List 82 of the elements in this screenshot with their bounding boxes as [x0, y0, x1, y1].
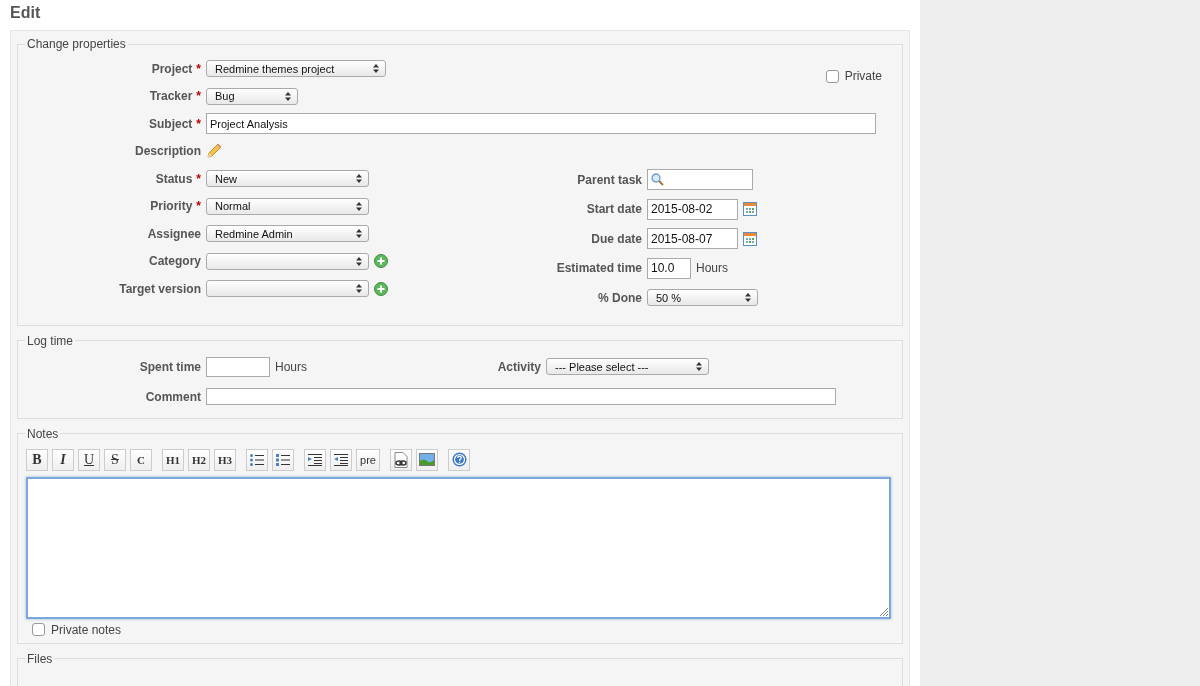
toolbar-button[interactable]: U: [78, 448, 100, 471]
required-mark: *: [196, 199, 201, 214]
unit-label: Hours: [275, 359, 307, 374]
field-label: Comment: [145, 389, 201, 404]
date-field[interactable]: 2015-08-02: [647, 198, 738, 220]
calendar-icon[interactable]: [743, 231, 757, 246]
notes-textarea[interactable]: [26, 476, 891, 619]
select-dropdown[interactable]: [206, 280, 369, 298]
comment-field[interactable]: [206, 388, 836, 405]
toolbar-button[interactable]: H1: [162, 448, 184, 471]
fieldset-legend: Log time: [25, 333, 76, 348]
calendar-icon[interactable]: [743, 202, 757, 217]
select-arrows-icon: [356, 201, 362, 211]
checkbox-label: Private: [844, 69, 882, 83]
select-arrows-icon: [285, 91, 291, 101]
text-field[interactable]: Project Analysis: [206, 113, 876, 135]
select-arrows-icon: [356, 174, 362, 184]
private-notes-checkbox[interactable]: [32, 623, 45, 636]
resize-grip-icon[interactable]: [879, 606, 888, 616]
unit-label: Hours: [696, 261, 728, 276]
numbered-list-icon[interactable]: [276, 453, 290, 466]
date-field[interactable]: 2015-08-07: [647, 228, 738, 250]
fieldset-legend: Change properties: [25, 37, 128, 51]
help-icon[interactable]: [451, 452, 467, 467]
toolbar-button[interactable]: B: [26, 448, 48, 471]
toolbar-button[interactable]: H3: [214, 448, 236, 471]
required-mark: *: [196, 116, 201, 131]
indent-icon[interactable]: [308, 453, 322, 466]
field-label: Spent time: [139, 359, 201, 374]
add-icon[interactable]: [374, 281, 388, 296]
image-icon[interactable]: [419, 453, 435, 466]
add-icon[interactable]: [374, 254, 388, 269]
toolbar-button[interactable]: C: [130, 448, 152, 471]
hours-field[interactable]: 10.0: [647, 257, 691, 279]
page-heading: Edit: [10, 3, 42, 23]
select-arrows-icon: [356, 256, 362, 266]
field-label: % Done: [598, 290, 642, 305]
select-arrows-icon: [696, 362, 702, 371]
search-icon: [651, 173, 664, 187]
select-dropdown[interactable]: [206, 252, 369, 270]
toolbar-button[interactable]: H2: [188, 448, 210, 471]
select-arrows-icon: [356, 229, 362, 239]
required-mark: *: [196, 171, 201, 186]
select-dropdown[interactable]: Normal: [206, 197, 369, 215]
select-dropdown[interactable]: Bug: [206, 87, 298, 105]
field-label: Parent task: [577, 172, 642, 187]
field-label: Target version: [119, 281, 201, 296]
field-label: Project: [151, 61, 193, 76]
field-label: Due date: [591, 231, 642, 246]
select-dropdown[interactable]: Redmine themes project: [206, 60, 386, 78]
link-icon[interactable]: [394, 451, 408, 468]
field-label: Estimated time: [556, 261, 642, 276]
private-checkbox[interactable]: [825, 69, 839, 83]
select-dropdown[interactable]: --- Please select ---: [546, 358, 709, 375]
spent-time-field[interactable]: [206, 356, 270, 377]
field-label: Priority: [150, 199, 193, 214]
field-label: Activity: [497, 359, 541, 374]
checkbox-label: Private notes: [51, 622, 122, 637]
select-arrows-icon: [356, 284, 362, 294]
select-dropdown[interactable]: Redmine Admin: [206, 225, 369, 243]
field-label: Status: [155, 171, 193, 186]
search-field[interactable]: [647, 169, 753, 191]
field-label: Category: [149, 254, 201, 269]
toolbar-button[interactable]: pre: [356, 448, 380, 471]
pencil-icon[interactable]: [206, 143, 222, 160]
field-label: Subject: [149, 116, 193, 131]
required-mark: *: [196, 89, 201, 104]
field-label: Start date: [586, 202, 642, 217]
required-mark: *: [196, 61, 201, 76]
fieldset-legend: Notes: [25, 426, 61, 441]
toolbar-button[interactable]: I: [52, 448, 74, 471]
field-label: Assignee: [147, 226, 201, 241]
bulleted-list-icon[interactable]: [250, 453, 264, 466]
toolbar-button[interactable]: S: [104, 448, 126, 471]
select-dropdown[interactable]: New: [206, 170, 369, 188]
select-dropdown[interactable]: 50 %: [647, 289, 758, 307]
field-label: Tracker: [149, 89, 193, 104]
outdent-icon[interactable]: [334, 453, 348, 466]
select-arrows-icon: [745, 293, 751, 303]
field-label: Description: [135, 144, 201, 159]
fieldset-legend: Files: [25, 651, 55, 666]
select-arrows-icon: [373, 64, 379, 74]
